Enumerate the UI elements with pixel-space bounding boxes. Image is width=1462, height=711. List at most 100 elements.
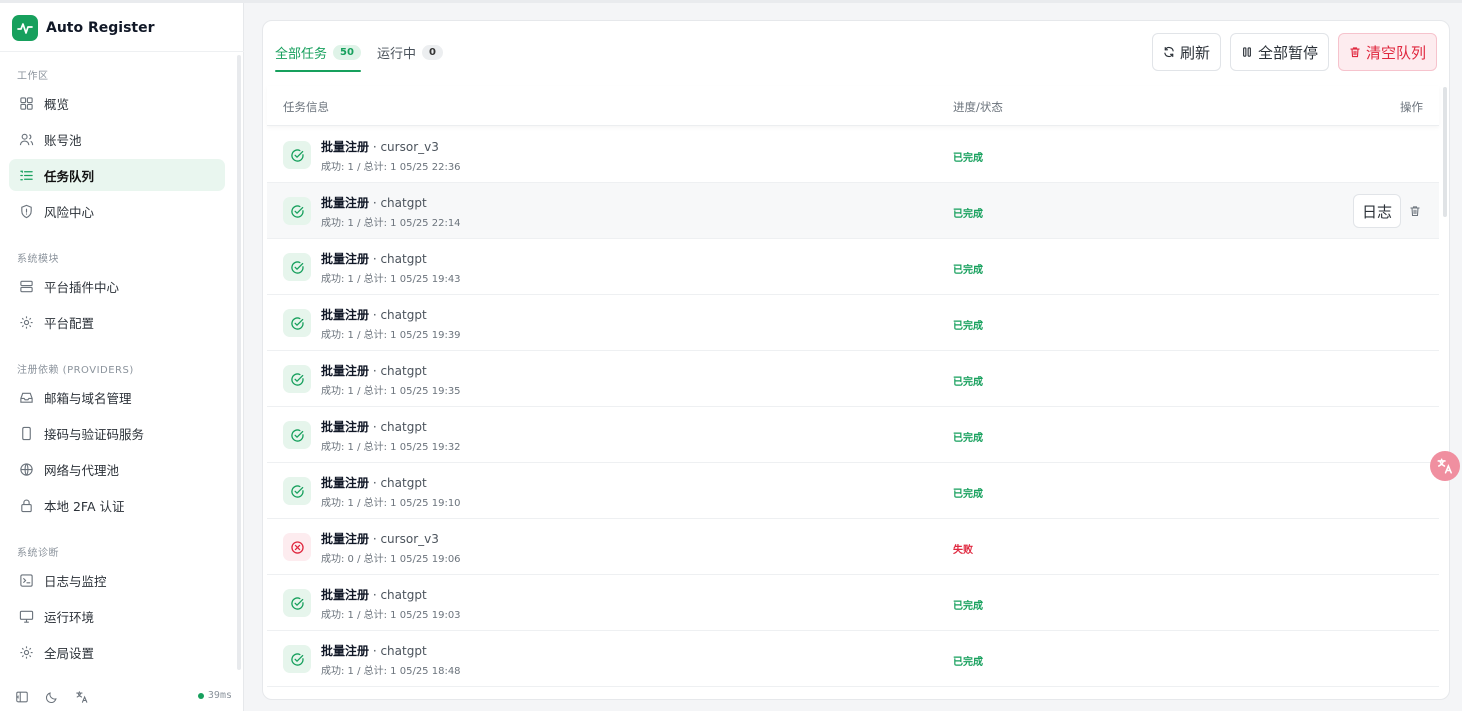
- task-name: 批量注册: [321, 252, 370, 266]
- task-title: 批量注册 · cursor_v3: [321, 530, 439, 547]
- sidebar-item-label: 运行环境: [44, 609, 95, 625]
- app-title: Auto Register: [46, 20, 155, 36]
- latency-indicator: 39ms: [197, 690, 232, 701]
- refresh-icon: [1164, 46, 1174, 58]
- refresh-button[interactable]: 刷新: [1151, 33, 1221, 71]
- brand[interactable]: Auto Register: [12, 15, 155, 41]
- task-title: 批量注册 · chatgpt: [321, 698, 427, 699]
- task-meta: 成功: 1 / 总计: 1 05/25 22:36: [321, 162, 461, 173]
- sidebar-item-risk-center[interactable]: 风险中心: [9, 195, 225, 227]
- task-status: 已完成: [953, 601, 983, 612]
- table-row[interactable]: 批量注册 · cursor_v3 成功: 0 / 总计: 1 05/25 19:0…: [267, 519, 1439, 575]
- task-name: 批量注册: [321, 476, 370, 490]
- check-circle-icon: [283, 197, 311, 225]
- task-platform: · cursor_v3: [369, 532, 439, 546]
- nav-section-workspace: 工作区: [17, 71, 49, 82]
- table-row[interactable]: 批量注册 · chatgpt: [267, 687, 1439, 699]
- sidebar: Auto Register 工作区 概览 账号池 任务队列 风险中心 系统模块 …: [0, 3, 244, 711]
- sidebar-item-label: 平台配置: [44, 315, 95, 331]
- task-title: 批量注册 · chatgpt: [321, 474, 427, 491]
- refresh-label: 刷新: [1179, 44, 1210, 62]
- list-icon: [19, 168, 34, 183]
- toolbar: 刷新 全部暂停 清空队列: [1151, 33, 1437, 71]
- task-meta: 成功: 1 / 总计: 1 05/25 19:03: [321, 610, 461, 621]
- table-row[interactable]: 批量注册 · cursor_v3 成功: 1 / 总计: 1 05/25 22:3…: [267, 127, 1439, 183]
- sidebar-item-platform-config[interactable]: 平台配置: [9, 306, 225, 338]
- sidebar-item-label: 日志与监控: [44, 573, 107, 589]
- table-row[interactable]: 批量注册 · chatgpt 成功: 1 / 总计: 1 05/25 18:48 已…: [267, 631, 1439, 687]
- header-actions: 操作: [1400, 100, 1423, 114]
- task-platform: · chatgpt: [369, 364, 427, 378]
- sidebar-item-label: 任务队列: [44, 168, 95, 184]
- server-icon: [19, 279, 34, 294]
- table-row[interactable]: 批量注册 · chatgpt 成功: 1 / 总计: 1 05/25 19:35 已…: [267, 351, 1439, 407]
- task-title: 批量注册 · chatgpt: [321, 194, 427, 211]
- table-row[interactable]: 批量注册 · chatgpt 成功: 1 / 总计: 1 05/25 19:32 已…: [267, 407, 1439, 463]
- task-title: 批量注册 · cursor_v3: [321, 138, 439, 155]
- sidebar-item-local-2fa[interactable]: 本地 2FA 认证: [9, 489, 225, 521]
- pause-all-button[interactable]: 全部暂停: [1229, 33, 1329, 71]
- sidebar-item-overview[interactable]: 概览: [9, 87, 225, 119]
- sidebar-item-plugin-center[interactable]: 平台插件中心: [9, 270, 225, 302]
- task-status: 已完成: [953, 209, 983, 220]
- sidebar-item-sms-captcha[interactable]: 接码与验证码服务: [9, 417, 225, 449]
- table-row[interactable]: 批量注册 · chatgpt 成功: 1 / 总计: 1 05/25 19:10 已…: [267, 463, 1439, 519]
- tab-all-tasks[interactable]: 全部任务 50: [275, 33, 361, 72]
- sidebar-item-accounts[interactable]: 账号池: [9, 123, 225, 155]
- moon-icon[interactable]: [45, 689, 59, 704]
- task-name: 批量注册: [321, 364, 370, 378]
- task-status: 已完成: [953, 265, 983, 276]
- row-actions: 日志: [1352, 194, 1421, 228]
- task-status: 已完成: [953, 657, 983, 668]
- task-platform: · chatgpt: [369, 476, 427, 490]
- collapse-sidebar-icon[interactable]: [15, 689, 29, 703]
- panel-scrollbar[interactable]: [1443, 87, 1447, 217]
- count-badge: 50: [333, 44, 361, 60]
- users-icon: [19, 132, 34, 147]
- table-row[interactable]: 批量注册 · chatgpt 成功: 1 / 总计: 1 05/25 22:14 已…: [267, 183, 1439, 239]
- task-name: 批量注册: [321, 420, 370, 434]
- sidebar-item-label: 平台插件中心: [44, 279, 120, 295]
- sidebar-item-network-proxy[interactable]: 网络与代理池: [9, 453, 225, 485]
- task-meta: 成功: 0 / 总计: 1 05/25 19:06: [321, 554, 461, 565]
- nav-section-diagnostics: 系统诊断: [17, 548, 59, 559]
- check-circle-icon: [283, 141, 311, 169]
- sidebar-item-label: 接码与验证码服务: [44, 426, 145, 442]
- x-circle-icon: [283, 533, 311, 561]
- task-title: 批量注册 · chatgpt: [321, 306, 427, 323]
- check-circle-icon: [283, 645, 311, 673]
- task-tabs: 全部任务 50 运行中 0: [275, 33, 459, 73]
- trash-icon[interactable]: [1409, 202, 1421, 221]
- table-row[interactable]: 批量注册 · chatgpt 成功: 1 / 总计: 1 05/25 19:03 已…: [267, 575, 1439, 631]
- status-dot: [197, 692, 204, 699]
- check-circle-icon: [283, 365, 311, 393]
- sidebar-item-mail-domain[interactable]: 邮箱与域名管理: [9, 381, 225, 413]
- sidebar-item-runtime-env[interactable]: 运行环境: [9, 600, 225, 632]
- log-button[interactable]: 日志: [1352, 194, 1401, 228]
- tab-running[interactable]: 运行中 0: [377, 33, 443, 71]
- translate-icon[interactable]: [75, 689, 89, 703]
- translate-icon: [1437, 458, 1452, 474]
- sidebar-item-logs-monitor[interactable]: 日志与监控: [9, 564, 225, 596]
- check-circle-icon: [283, 589, 311, 617]
- clear-queue-button[interactable]: 清空队列: [1337, 33, 1437, 71]
- task-status: 已完成: [953, 153, 983, 164]
- sidebar-item-global-settings[interactable]: 全局设置: [9, 636, 225, 668]
- floating-translate-button[interactable]: [1430, 451, 1460, 481]
- sidebar-scrollbar[interactable]: [237, 55, 241, 670]
- table-header: 任务信息 进度/状态 操作: [267, 86, 1439, 126]
- check-circle-icon: [283, 309, 311, 337]
- phone-icon: [19, 426, 34, 441]
- task-name: 批量注册: [321, 308, 370, 322]
- gear-icon: [19, 315, 34, 330]
- table-row[interactable]: 批量注册 · chatgpt 成功: 1 / 总计: 1 05/25 19:39 已…: [267, 295, 1439, 351]
- table-row[interactable]: 批量注册 · chatgpt 成功: 1 / 总计: 1 05/25 19:43 已…: [267, 239, 1439, 295]
- task-title: 批量注册 · chatgpt: [321, 586, 427, 603]
- task-platform: · chatgpt: [369, 308, 427, 322]
- sidebar-item-task-queue[interactable]: 任务队列: [9, 159, 225, 191]
- sidebar-item-label: 全局设置: [44, 645, 95, 661]
- sidebar-item-label: 概览: [44, 96, 70, 112]
- task-name: 批量注册: [321, 532, 370, 546]
- check-circle-icon: [283, 477, 311, 505]
- task-name: 批量注册: [321, 588, 370, 602]
